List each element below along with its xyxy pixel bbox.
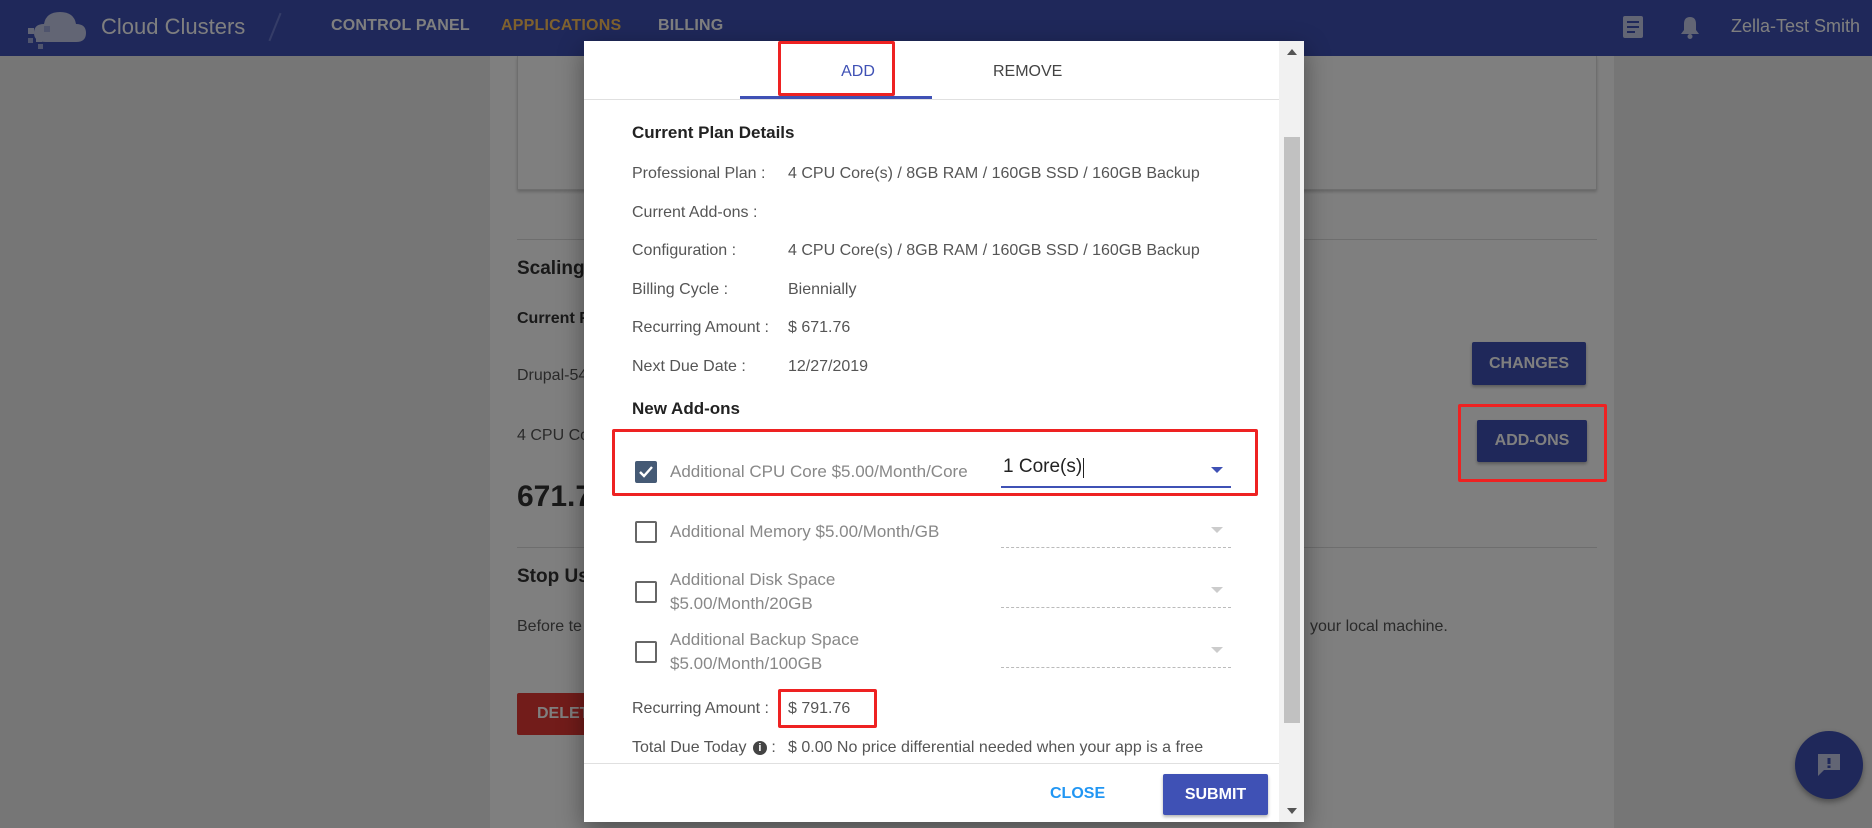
total-due-label-text: Total Due Today xyxy=(632,739,747,756)
plan-row-value: 12/27/2019 xyxy=(788,358,869,375)
close-button[interactable]: CLOSE xyxy=(1050,785,1105,803)
new-addons-title: New Add-ons xyxy=(632,399,740,418)
plan-row-label: Professional Plan : xyxy=(632,165,766,182)
disk-space-label[interactable]: Additional Disk Space $5.00/Month/20GB xyxy=(670,568,835,616)
chevron-down-icon xyxy=(1211,587,1223,593)
dialog-tabs: ADD REMOVE xyxy=(584,41,1279,100)
backup-space-select[interactable] xyxy=(1001,634,1231,668)
backup-space-label-line2: $5.00/Month/100GB xyxy=(670,654,823,673)
scroll-thumb[interactable] xyxy=(1284,137,1300,723)
dialog-footer-divider xyxy=(584,763,1279,764)
plan-row-value: $ 671.76 xyxy=(788,319,851,336)
plan-row-value: Biennially xyxy=(788,281,857,298)
dialog-scrollbar[interactable] xyxy=(1279,41,1304,822)
plan-row-value: 4 CPU Core(s) / 8GB RAM / 160GB SSD / 16… xyxy=(788,242,1200,259)
chevron-down-icon xyxy=(1211,647,1223,653)
disk-space-select[interactable] xyxy=(1001,574,1231,608)
chevron-down-icon xyxy=(1211,527,1223,533)
scroll-down-icon[interactable] xyxy=(1287,808,1297,814)
cpu-core-checkbox[interactable] xyxy=(635,461,657,483)
plan-row-label: Recurring Amount : xyxy=(632,319,769,336)
disk-space-checkbox[interactable] xyxy=(635,581,657,603)
text-cursor xyxy=(1083,458,1084,478)
backup-space-checkbox[interactable] xyxy=(635,641,657,663)
scroll-up-icon[interactable] xyxy=(1287,49,1297,55)
submit-button[interactable]: SUBMIT xyxy=(1163,774,1268,815)
active-tab-indicator xyxy=(740,96,932,99)
cpu-core-selected-value: 1 Core(s) xyxy=(1003,456,1083,477)
add-ons-dialog: ADD REMOVE Current Plan Details Professi… xyxy=(584,41,1304,822)
memory-select[interactable] xyxy=(1001,514,1231,548)
memory-label[interactable]: Additional Memory $5.00/Month/GB xyxy=(670,520,939,544)
total-due-value: $ 0.00 No price differential needed when… xyxy=(788,739,1204,756)
plan-row-value: 4 CPU Core(s) / 8GB RAM / 160GB SSD / 16… xyxy=(788,165,1200,182)
backup-space-label[interactable]: Additional Backup Space $5.00/Month/100G… xyxy=(670,628,859,676)
memory-checkbox[interactable] xyxy=(635,521,657,543)
total-due-colon: : xyxy=(771,739,776,756)
tab-remove[interactable]: REMOVE xyxy=(993,63,1062,81)
backup-space-label-line1: Additional Backup Space xyxy=(670,630,860,649)
plan-row-label: Billing Cycle : xyxy=(632,281,729,298)
info-icon[interactable]: i xyxy=(752,741,767,755)
disk-space-label-line1: Additional Disk Space xyxy=(670,570,836,589)
recurring-amount-value: $ 791.76 xyxy=(788,700,851,717)
tab-add[interactable]: ADD xyxy=(818,63,898,81)
cpu-core-select[interactable]: 1 Core(s) xyxy=(1001,454,1231,488)
disk-space-label-line2: $5.00/Month/20GB xyxy=(670,594,813,613)
plan-row-label: Current Add-ons : xyxy=(632,204,758,221)
checkmark-icon xyxy=(639,466,653,478)
plan-row-label: Configuration : xyxy=(632,242,737,259)
cpu-core-label[interactable]: Additional CPU Core $5.00/Month/Core xyxy=(670,460,968,484)
plan-row-label: Next Due Date : xyxy=(632,358,746,375)
total-due-label: Total Due Today i : xyxy=(632,739,776,757)
chevron-down-icon xyxy=(1211,467,1223,473)
recurring-amount-label: Recurring Amount : xyxy=(632,700,769,717)
current-plan-title: Current Plan Details xyxy=(632,123,795,142)
